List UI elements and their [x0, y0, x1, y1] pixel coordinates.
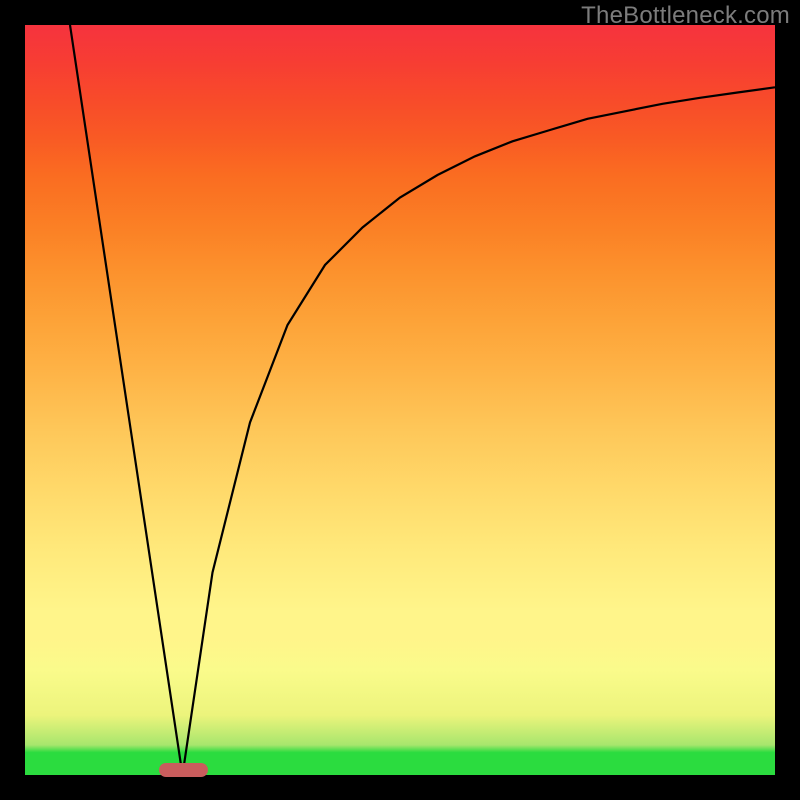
minimum-marker — [159, 763, 209, 777]
plot-gradient-area — [25, 25, 775, 775]
watermark-text: TheBottleneck.com — [581, 2, 790, 30]
